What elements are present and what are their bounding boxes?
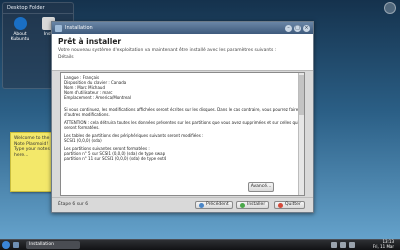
- details-textbox[interactable]: Langue : Français Disposition du clavier…: [60, 72, 305, 196]
- back-button[interactable]: Précédent: [195, 201, 233, 209]
- window-title: Installation: [65, 25, 93, 31]
- note-text: Welcome to the Note Plasmoid! Type your …: [14, 136, 50, 158]
- details-line: Emplacement : America/Montreal: [64, 95, 131, 100]
- install-button[interactable]: Installer: [236, 201, 270, 209]
- page-subtitle: Votre nouveau système d'exploitation va …: [58, 48, 277, 53]
- network-icon[interactable]: [331, 242, 337, 248]
- advanced-button[interactable]: Avancé...: [248, 182, 274, 192]
- taskbar-task-label: Installation: [29, 242, 54, 247]
- details-scrollbar[interactable]: [298, 73, 304, 195]
- kubuntu-icon: [13, 17, 27, 30]
- details-line: SCSI1 (0,0,0) (sda): [64, 138, 102, 143]
- about-kubuntu-label: About Kubuntu: [10, 32, 30, 42]
- details-label: Détails: [58, 55, 74, 60]
- battery-icon[interactable]: [349, 242, 355, 248]
- minimize-icon[interactable]: –: [285, 24, 292, 32]
- details-line: ATTENTION : cela détruira toutes les don…: [64, 120, 299, 130]
- desktop-pager-icon[interactable]: [13, 242, 19, 248]
- about-kubuntu-shortcut[interactable]: About Kubuntu: [7, 17, 33, 42]
- installer-icon: [55, 24, 62, 32]
- check-icon: [240, 202, 245, 208]
- taskbar-task-installation[interactable]: Installation: [26, 241, 80, 249]
- maximize-icon[interactable]: □: [294, 24, 301, 32]
- details-line: partition n° 11 sur SCSI1 (0,0,0) (sda) …: [64, 156, 167, 161]
- quit-button[interactable]: Quitter: [274, 201, 305, 209]
- desktop-toolbox-icon[interactable]: [384, 2, 396, 14]
- taskbar: Installation 13:13 Fri, 11 Mar: [0, 239, 400, 250]
- window-footer: Étape 6 sur 6 Précédent Installer Quitte…: [52, 197, 313, 212]
- kmenu-icon[interactable]: [2, 241, 10, 249]
- arrow-left-icon: [199, 202, 204, 208]
- desktop-folder-title: Desktop Folder: [3, 3, 73, 14]
- details-line: Si vous continuez, les modifications aff…: [64, 107, 299, 117]
- scrollbar-thumb[interactable]: [299, 75, 304, 115]
- step-indicator: Étape 6 sur 6: [58, 202, 89, 207]
- install-button-label: Installer: [247, 202, 266, 207]
- quit-icon: [278, 202, 283, 208]
- clock-date: Fri, 11 Mar: [372, 243, 394, 249]
- back-button-label: Précédent: [206, 202, 229, 207]
- clock[interactable]: 13:13 Fri, 11 Mar: [372, 239, 394, 249]
- close-icon[interactable]: ×: [303, 24, 310, 32]
- installer-window: Installation – □ × Prêt à installer Votr…: [51, 21, 314, 213]
- page-title: Prêt à installer: [58, 37, 122, 46]
- quit-button-label: Quitter: [285, 202, 301, 207]
- volume-icon[interactable]: [340, 242, 346, 248]
- window-titlebar[interactable]: Installation – □ ×: [52, 22, 313, 34]
- page-header: Prêt à installer Votre nouveau système d…: [52, 34, 313, 71]
